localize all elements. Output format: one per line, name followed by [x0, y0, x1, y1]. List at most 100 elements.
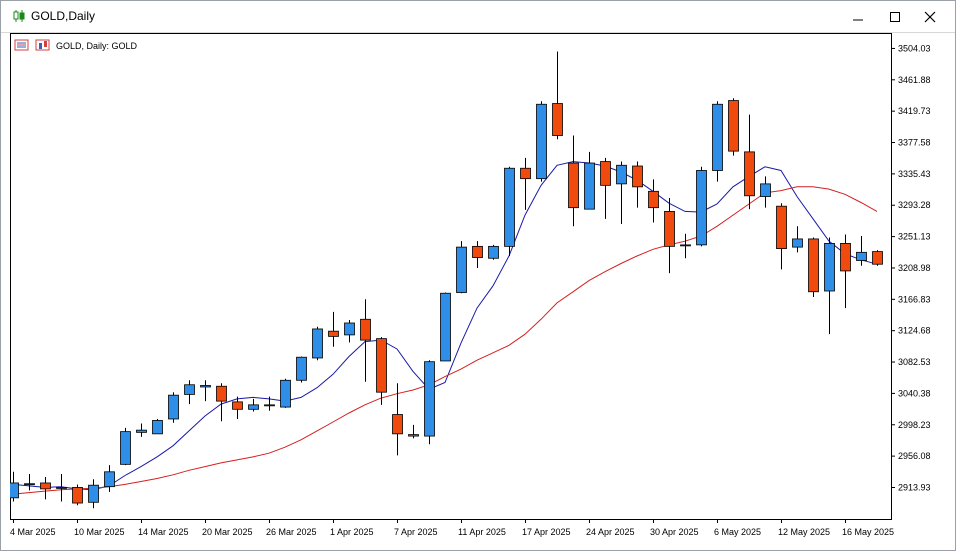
candle[interactable]: [168, 392, 179, 423]
bull-candle-body: [712, 103, 723, 171]
y-tick-label: 3208.98: [898, 263, 931, 273]
bull-candle-body: [680, 244, 691, 247]
bull-candle-body: [536, 103, 547, 180]
bear-candle-body: [472, 245, 483, 258]
bear-candle-body: [216, 385, 227, 402]
candle[interactable]: [424, 360, 435, 445]
bear-candle-body: [632, 165, 643, 188]
bull-candle-body: [760, 183, 771, 197]
x-tick-label: 11 Apr 2025: [458, 527, 506, 537]
minimize-icon: [853, 19, 863, 21]
window-title: GOLD,Daily: [31, 9, 96, 23]
close-button[interactable]: [913, 1, 947, 32]
x-tick-label: 17 Apr 2025: [522, 527, 571, 537]
bear-candle-body: [232, 401, 243, 410]
chart-header-label: GOLD, Daily: GOLD: [56, 41, 138, 51]
bull-candle-body: [24, 483, 35, 486]
bull-candle-body: [456, 246, 467, 293]
x-tick-label: 20 Mar 2025: [202, 527, 253, 537]
bear-candle-body: [376, 338, 387, 393]
y-tick-label: 3461.88: [898, 75, 931, 85]
x-tick-label: 7 Apr 2025: [394, 527, 438, 537]
y-tick-label: 3377.58: [898, 138, 931, 148]
candle[interactable]: [712, 101, 723, 182]
y-tick-label: 2956.08: [898, 451, 931, 461]
bull-candle-body: [856, 251, 867, 261]
bull-candle-body: [168, 394, 179, 420]
chart-window: GOLD,Daily GOLD, Daily: GOLD 3504.03 346…: [0, 0, 956, 551]
chart-type-icon[interactable]: [35, 39, 50, 51]
bear-candle-body: [872, 251, 883, 265]
bear-candle-body: [264, 404, 275, 407]
bear-candle-body: [392, 414, 403, 435]
bull-candle-body: [504, 167, 515, 247]
candle[interactable]: [280, 378, 291, 408]
bear-candle-body: [808, 238, 819, 293]
bear-candle-body: [776, 205, 787, 250]
candle[interactable]: [504, 166, 515, 257]
x-tick-label: 24 Apr 2025: [586, 527, 635, 537]
plot-frame: [10, 33, 892, 520]
bear-candle-body: [744, 151, 755, 197]
bull-candle-body: [312, 328, 323, 359]
bear-candle-body: [664, 210, 675, 247]
y-tick-label: 3124.68: [898, 326, 931, 336]
candle[interactable]: [696, 166, 707, 247]
x-tick-label: 10 Mar 2025: [74, 527, 125, 537]
bear-candle-body: [648, 190, 659, 209]
candle[interactable]: [808, 237, 819, 297]
bull-candle-body: [104, 471, 115, 488]
candlestick-icon: [13, 10, 25, 22]
x-tick-label: 1 Apr 2025: [330, 527, 374, 537]
bull-candle-body: [792, 238, 803, 248]
bear-candle-body: [520, 167, 531, 180]
maximize-button[interactable]: [878, 1, 912, 32]
y-tick-label: 3504.03: [898, 43, 931, 53]
bear-candle-body: [568, 162, 579, 209]
y-tick-label: 3040.38: [898, 388, 931, 398]
candle[interactable]: [152, 418, 163, 435]
y-tick-label: 3166.83: [898, 294, 931, 304]
candle[interactable]: [440, 292, 451, 362]
bull-candle-body: [296, 356, 307, 381]
candle[interactable]: [72, 484, 83, 506]
bull-candle-body: [248, 404, 259, 410]
candle[interactable]: [872, 250, 883, 266]
maximize-icon: [890, 12, 900, 22]
bull-candle-body: [488, 245, 499, 259]
bull-candle-body: [184, 384, 195, 395]
bear-candle-body: [408, 434, 419, 437]
candle[interactable]: [536, 101, 547, 182]
candle[interactable]: [312, 326, 323, 361]
bull-candle-body: [440, 292, 451, 362]
bear-candle-body: [328, 330, 339, 337]
minimize-button[interactable]: [841, 1, 875, 32]
candle[interactable]: [120, 427, 131, 466]
bull-candle-body: [584, 162, 595, 210]
y-tick-label: 2998.23: [898, 420, 931, 430]
bull-candle-body: [120, 431, 131, 465]
bull-candle-body: [616, 164, 627, 185]
candle[interactable]: [488, 244, 499, 260]
y-tick-label: 2913.93: [898, 482, 931, 492]
y-tick-label: 3419.73: [898, 106, 931, 116]
bear-candle-body: [40, 482, 51, 490]
bull-candle-body: [8, 482, 19, 499]
indicator-list-icon[interactable]: [14, 39, 29, 51]
bear-candle-body: [552, 103, 563, 136]
bear-candle-body: [72, 487, 83, 504]
bull-candle-body: [56, 487, 67, 489]
bull-candle-body: [344, 322, 355, 336]
bull-candle-body: [136, 429, 147, 433]
y-tick-label: 3251.13: [898, 232, 931, 242]
chart-area[interactable]: GOLD, Daily: GOLD 3504.03 3461.88 3419.73 3…: [8, 33, 953, 549]
candle[interactable]: [456, 241, 467, 294]
bear-candle-body: [728, 100, 739, 152]
candle[interactable]: [728, 98, 739, 156]
y-tick-label: 3293.28: [898, 200, 931, 210]
candle[interactable]: [296, 356, 307, 383]
x-tick-label: 30 Apr 2025: [650, 527, 699, 537]
title-bar[interactable]: GOLD,Daily: [1, 1, 955, 33]
bull-candle-body: [824, 242, 835, 292]
candlestick-chart[interactable]: GOLD, Daily: GOLD 3504.03 3461.88 3419.73 3…: [8, 33, 953, 549]
